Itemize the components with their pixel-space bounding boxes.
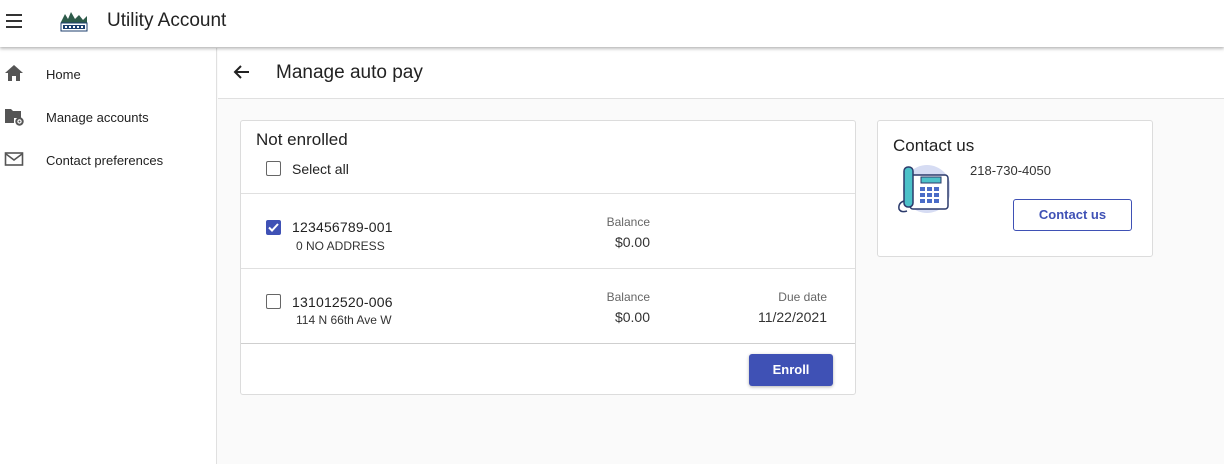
select-all-checkbox[interactable] [266, 161, 281, 176]
app-title: Utility Account [107, 10, 227, 31]
account-number: 123456789-001 [292, 219, 393, 235]
hamburger-menu-icon[interactable] [4, 10, 24, 32]
select-all-label: Select all [292, 161, 349, 177]
sidebar-item-manage-accounts[interactable]: Manage accounts [0, 95, 216, 135]
not-enrolled-title: Not enrolled [256, 130, 348, 149]
divider [241, 268, 855, 269]
mail-icon [4, 150, 24, 168]
divider [241, 343, 855, 344]
due-date-label: Due date [778, 290, 827, 304]
sidebar-item-contact-preferences[interactable]: Contact preferences [0, 138, 216, 178]
sidebar: Home Manage accounts Contact preferences [0, 48, 217, 464]
balance-label: Balance [606, 215, 650, 229]
folder-settings-icon [4, 107, 24, 126]
divider [241, 193, 855, 194]
home-icon [4, 64, 24, 82]
contact-title: Contact us [893, 136, 975, 155]
telephone-icon [896, 163, 951, 215]
sidebar-item-home[interactable]: Home [0, 52, 216, 92]
app-bar: Utility Account [0, 0, 1224, 47]
not-enrolled-card: Not enrolled Select all 123456789-001 0 … [240, 120, 856, 395]
page-header: Manage auto pay [218, 48, 1224, 99]
balance-value: $0.00 [614, 234, 650, 250]
page-title: Manage auto pay [276, 62, 423, 83]
balance-label: Balance [606, 290, 650, 304]
balance-value: $0.00 [614, 309, 650, 325]
city-logo-icon [60, 10, 88, 32]
contact-us-button[interactable]: Contact us [1013, 199, 1132, 231]
enroll-button[interactable]: Enroll [749, 354, 833, 386]
account-checkbox[interactable] [266, 220, 281, 235]
arrow-left-icon[interactable] [232, 62, 252, 82]
contact-card: Contact us 218-730-4050 Contact us [877, 120, 1153, 257]
phone-number: 218-730-4050 [970, 163, 1051, 178]
account-address: 114 N 66th Ave W [296, 313, 392, 327]
sidebar-item-label: Manage accounts [46, 110, 149, 125]
sidebar-item-label: Contact preferences [46, 153, 164, 168]
account-address: 0 NO ADDRESS [296, 239, 385, 253]
account-number: 131012520-006 [292, 294, 393, 310]
sidebar-item-label: Home [46, 67, 81, 82]
account-checkbox[interactable] [266, 294, 281, 309]
due-date-value: 11/22/2021 [757, 309, 827, 325]
